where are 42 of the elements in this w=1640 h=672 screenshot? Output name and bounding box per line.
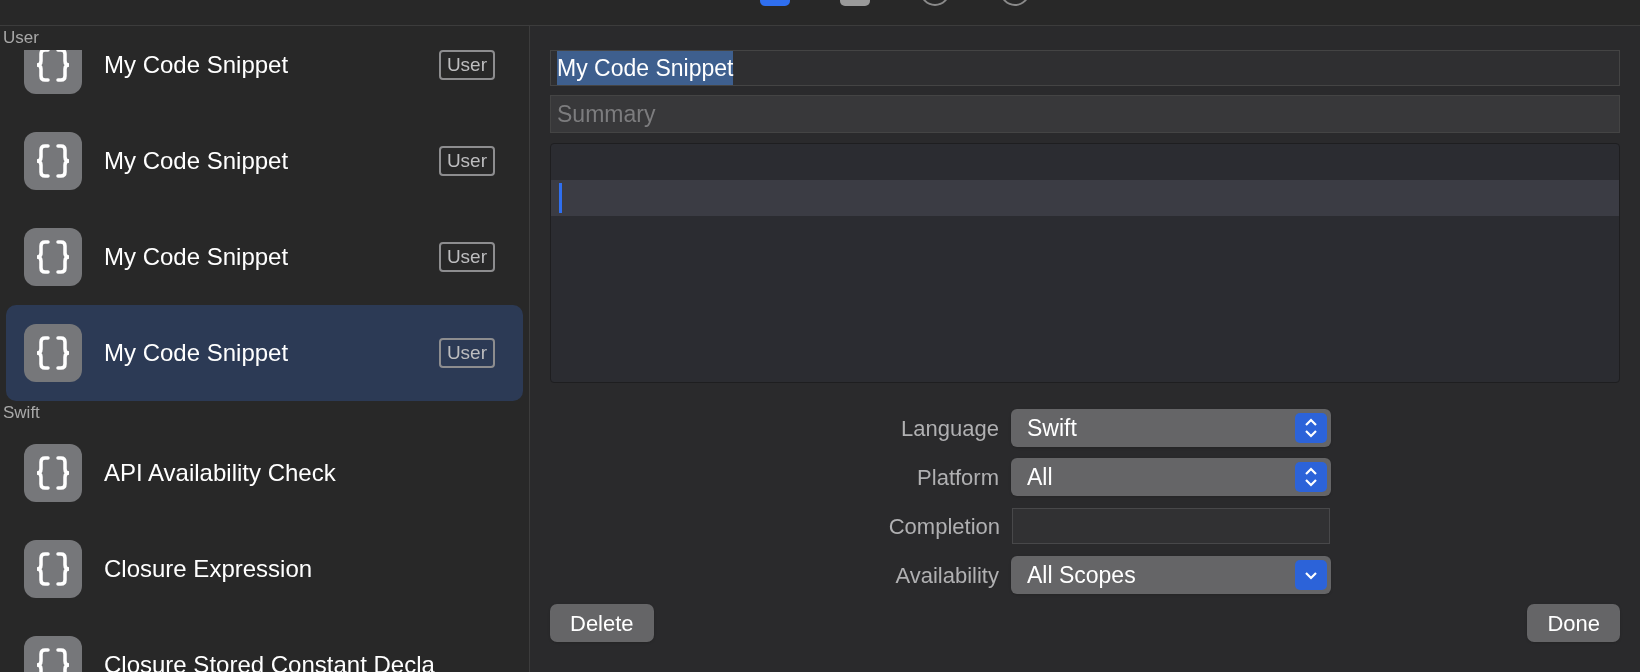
field-label: Completion bbox=[887, 512, 1000, 541]
popup-button[interactable]: All bbox=[1011, 458, 1331, 496]
popup-button[interactable]: All Scopes bbox=[1011, 556, 1331, 594]
snippet-title: API Availability Check bbox=[104, 458, 337, 488]
text-cursor bbox=[559, 183, 562, 213]
snippet-title: Closure Expression bbox=[104, 554, 314, 584]
braces-icon bbox=[24, 540, 82, 598]
snippet-title: My Code Snippet bbox=[104, 146, 290, 176]
code-editor[interactable] bbox=[550, 143, 1620, 383]
braces-icon bbox=[24, 228, 82, 286]
user-badge: User bbox=[438, 50, 495, 80]
snippet-item[interactable]: My Code Snippet User bbox=[6, 50, 523, 113]
done-button[interactable]: Done bbox=[1527, 604, 1620, 642]
snippet-item[interactable]: Closure Expression bbox=[6, 521, 523, 617]
section-header: Swift bbox=[2, 402, 41, 424]
snippet-item[interactable]: API Availability Check bbox=[6, 425, 523, 521]
title-text: My Code Snippet bbox=[557, 50, 734, 86]
chevron-down-icon bbox=[1295, 560, 1327, 590]
section-header: User bbox=[2, 27, 40, 49]
braces-icon bbox=[24, 50, 82, 94]
braces-icon bbox=[24, 444, 82, 502]
braces-icon bbox=[24, 132, 82, 190]
snippet-item[interactable]: My Code Snippet User bbox=[6, 113, 523, 209]
popup-button[interactable]: Swift bbox=[1011, 409, 1331, 447]
user-badge: User bbox=[438, 146, 495, 176]
braces-icon bbox=[24, 324, 82, 382]
snippet-title: My Code Snippet bbox=[104, 242, 290, 272]
field-label: Platform bbox=[916, 463, 999, 492]
summary-field[interactable]: Summary bbox=[550, 95, 1620, 133]
stepper-chevrons-icon bbox=[1295, 413, 1327, 443]
user-badge: User bbox=[438, 338, 495, 368]
field-label: Availability bbox=[894, 561, 999, 590]
user-badge: User bbox=[438, 242, 495, 272]
snippet-item[interactable]: My Code Snippet User bbox=[6, 209, 523, 305]
delete-button[interactable]: Delete bbox=[550, 604, 654, 642]
snippet-title: My Code Snippet bbox=[104, 338, 290, 368]
snippet-item[interactable]: My Code Snippet User bbox=[6, 305, 523, 401]
title-field[interactable]: My Code Snippet bbox=[550, 50, 1620, 86]
field-label: Language bbox=[900, 414, 999, 443]
stepper-chevrons-icon bbox=[1295, 462, 1327, 492]
completion-field[interactable] bbox=[1012, 508, 1330, 544]
snippet-title: My Code Snippet bbox=[104, 50, 290, 80]
